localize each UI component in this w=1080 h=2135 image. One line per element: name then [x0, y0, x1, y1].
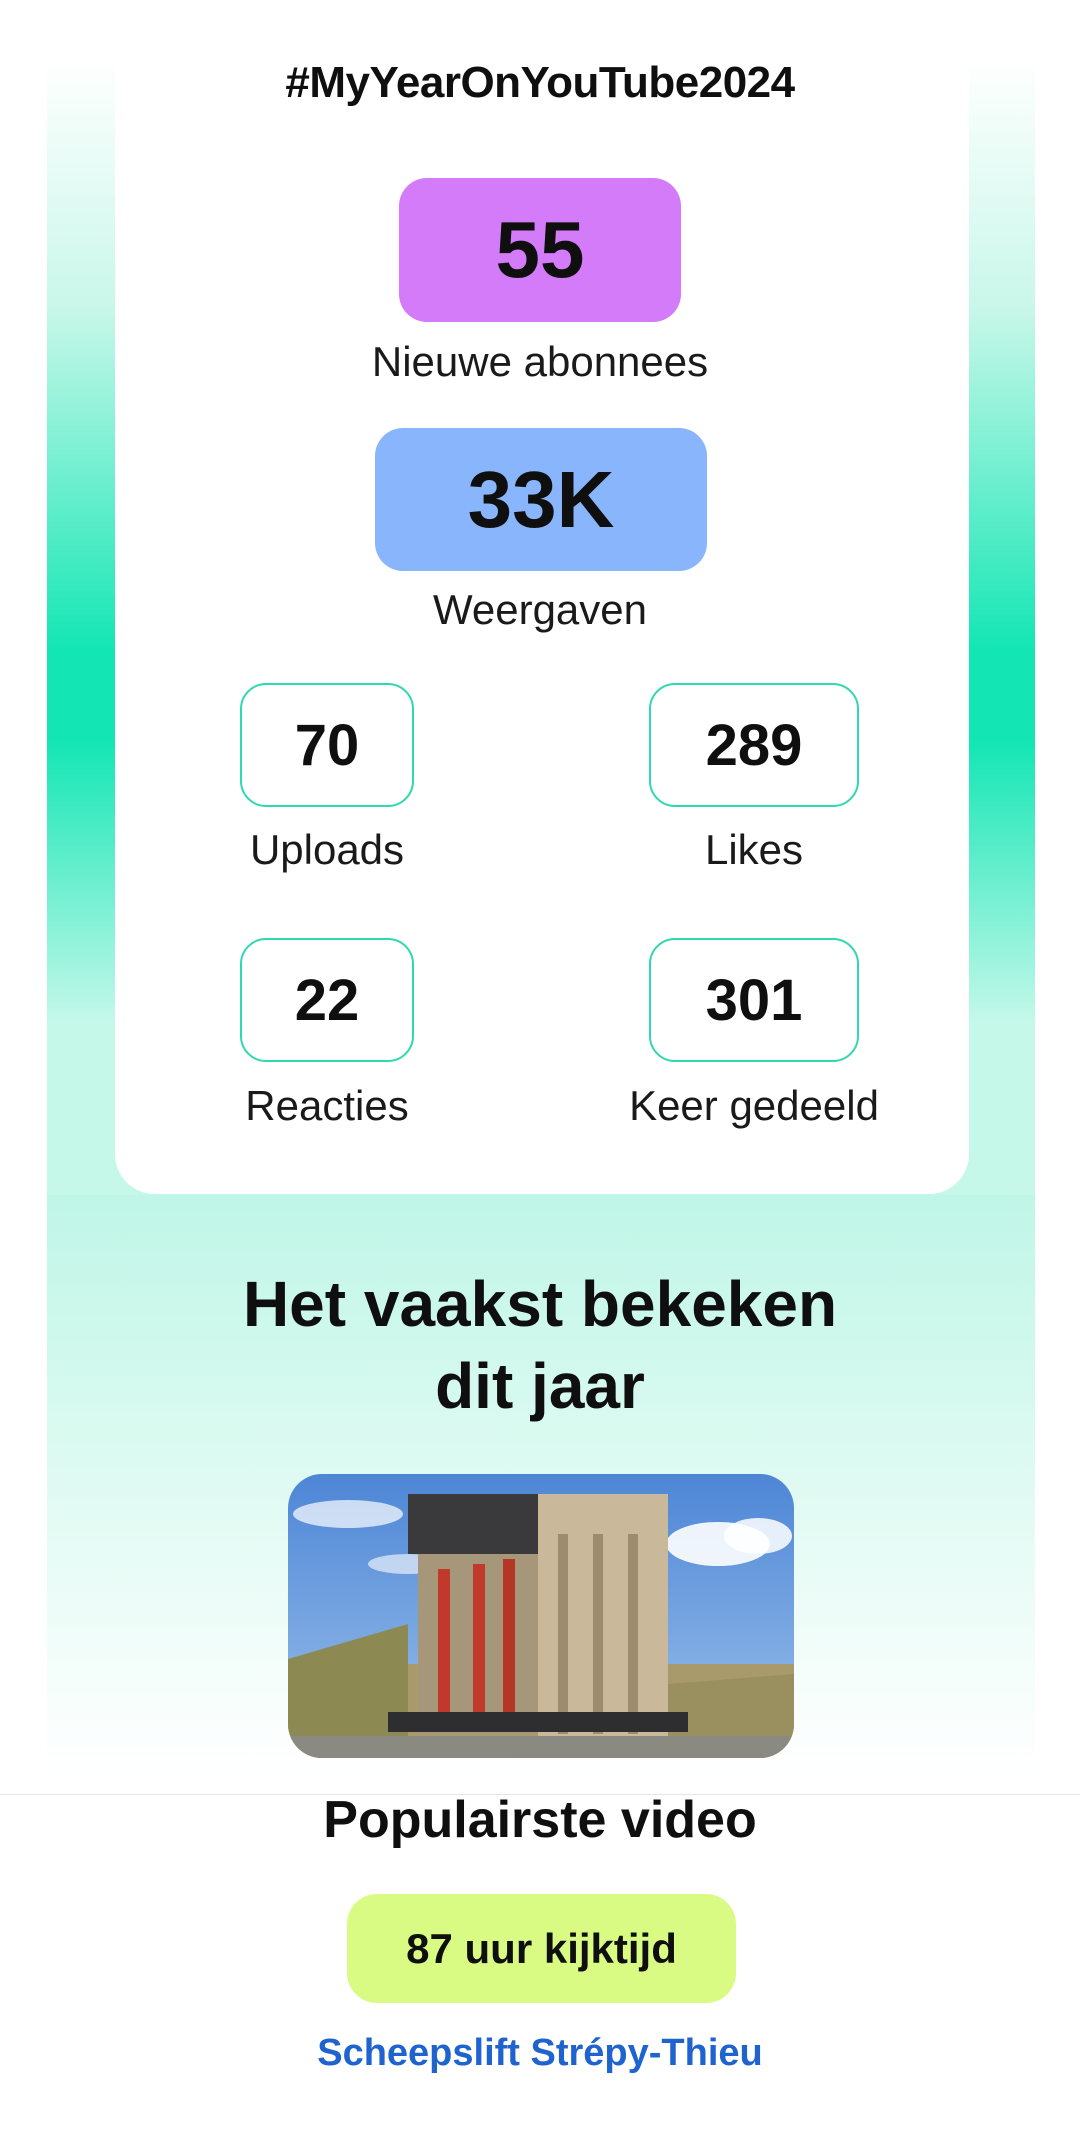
- subscribers-value: 55: [399, 178, 681, 322]
- shares-label: Keer gedeeld: [629, 1082, 879, 1129]
- comments-value: 22: [240, 938, 414, 1062]
- popular-video-title-link[interactable]: Scheepslift Strépy-Thieu: [140, 2032, 940, 2075]
- popular-video-thumbnail[interactable]: [288, 1474, 794, 1758]
- likes-value: 289: [649, 683, 859, 807]
- boat-lift-thumbnail-icon: [288, 1474, 794, 1758]
- popular-video-label: Populairste video: [323, 1791, 757, 1849]
- shares-value: 301: [649, 938, 859, 1062]
- uploads-label: Uploads: [249, 826, 405, 873]
- views-label: Weergaven: [432, 586, 648, 633]
- most-viewed-heading-line2: dit jaar: [435, 1350, 645, 1422]
- recap-hashtag: #MyYearOnYouTube2024: [285, 58, 795, 107]
- most-viewed-heading: Het vaakst bekeken dit jaar: [140, 1263, 940, 1427]
- uploads-value: 70: [240, 683, 414, 807]
- most-viewed-heading-line1: Het vaakst bekeken: [242, 1268, 838, 1340]
- comments-label: Reacties: [245, 1082, 409, 1129]
- subscribers-label: Nieuwe abonnees: [371, 338, 709, 385]
- watch-time-badge: 87 uur kijktijd: [347, 1894, 736, 2003]
- likes-label: Likes: [704, 826, 804, 873]
- views-value: 33K: [375, 428, 707, 571]
